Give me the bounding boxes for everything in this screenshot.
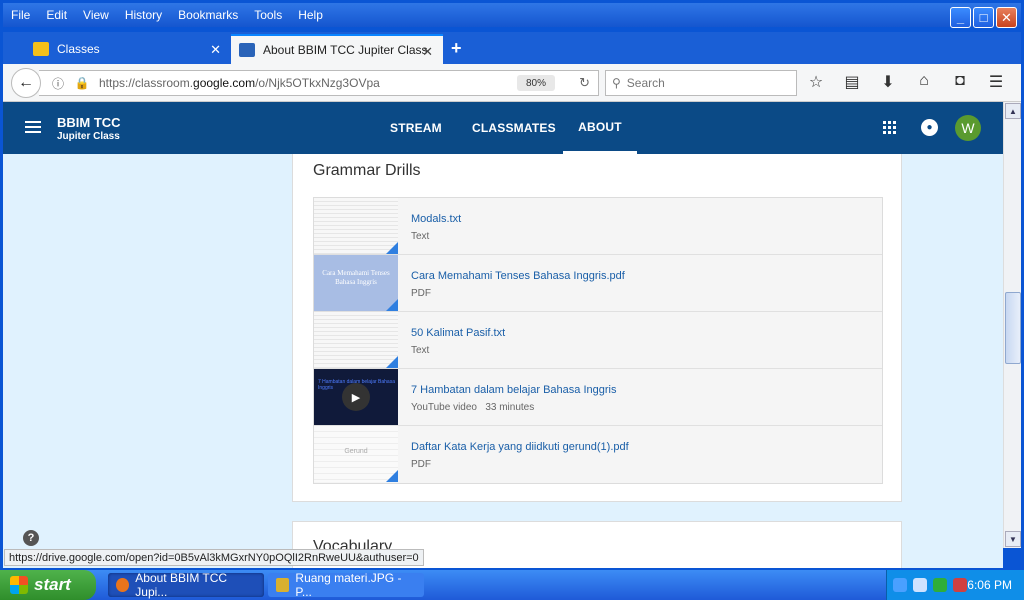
file-type: Text bbox=[411, 345, 430, 356]
file-type: PDF bbox=[411, 288, 431, 299]
tab-close-icon[interactable]: ✕ bbox=[422, 44, 433, 60]
menu-file[interactable]: File bbox=[3, 8, 38, 22]
class-name[interactable]: BBIM TCC bbox=[57, 115, 121, 130]
start-label: start bbox=[34, 575, 71, 594]
pocket-icon[interactable]: ◘ bbox=[949, 72, 971, 92]
list-item[interactable]: Cara Memahami Tenses Bahasa Inggris Cara… bbox=[314, 255, 882, 312]
menu-edit[interactable]: Edit bbox=[38, 8, 75, 22]
new-tab-button[interactable]: + bbox=[451, 38, 462, 59]
avatar[interactable]: W bbox=[955, 115, 981, 141]
download-icon[interactable]: ⬇ bbox=[877, 72, 899, 92]
classroom-favicon-icon bbox=[33, 42, 49, 56]
tab-label: Classes bbox=[57, 42, 100, 56]
text-file-thumbnail[interactable] bbox=[314, 312, 398, 368]
file-name[interactable]: Daftar Kata Kerja yang diidkuti gerund(1… bbox=[411, 441, 629, 453]
tab-about[interactable]: ABOUT bbox=[563, 102, 637, 154]
list-item[interactable]: Modals.txt Text bbox=[314, 198, 882, 255]
tab-stream[interactable]: STREAM bbox=[390, 102, 442, 154]
tab-strip: Classes ✕ About BBIM TCC Jupiter Class ✕… bbox=[3, 32, 1021, 64]
file-type: YouTube video 33 minutes bbox=[411, 402, 535, 413]
section-title: Grammar Drills bbox=[313, 162, 421, 179]
materials-list: Modals.txt Text Cara Memahami Tenses Bah… bbox=[313, 197, 883, 484]
task-label: Ruang materi.JPG - P... bbox=[295, 571, 402, 599]
file-type: Text bbox=[411, 231, 430, 242]
class-section: Jupiter Class bbox=[57, 131, 120, 142]
tab-classmates[interactable]: CLASSMATES bbox=[472, 102, 556, 154]
apps-grid-icon[interactable] bbox=[883, 121, 897, 134]
tab-label: About BBIM TCC Jupiter Class bbox=[263, 43, 428, 57]
pdf-thumbnail[interactable]: Cara Memahami Tenses Bahasa Inggris bbox=[314, 255, 398, 311]
back-button[interactable]: ← bbox=[11, 68, 41, 98]
paint-icon bbox=[276, 578, 290, 592]
tray-arrow-icon[interactable] bbox=[893, 578, 907, 592]
taskbar-paint[interactable]: Ruang materi.JPG - P... bbox=[268, 571, 424, 599]
navigation-toolbar: ⓘ 🔒 https://classroom.google.com/o/Njk5O… bbox=[3, 64, 1021, 102]
hamburger-menu-icon[interactable]: ☰ bbox=[985, 72, 1007, 92]
maximize-button[interactable]: □ bbox=[973, 7, 994, 28]
info-icon[interactable]: ⓘ bbox=[49, 75, 67, 92]
windows-flag-icon bbox=[10, 576, 28, 594]
taskbar-firefox[interactable]: About BBIM TCC Jupi... bbox=[108, 571, 264, 599]
video-thumbnail[interactable]: 7 Hambatan dalam belajar Bahasa Inggris … bbox=[314, 369, 398, 425]
pdf-thumbnail[interactable]: Gerund bbox=[314, 426, 398, 482]
tab-close-icon[interactable]: ✕ bbox=[210, 42, 221, 58]
back-arrow-icon: ← bbox=[18, 74, 34, 91]
file-name[interactable]: 7 Hambatan dalam belajar Bahasa Inggris bbox=[411, 384, 616, 396]
list-item[interactable]: Gerund Daftar Kata Kerja yang diidkuti g… bbox=[314, 426, 882, 483]
page-viewport: BBIM TCC Jupiter Class STREAM CLASSMATES… bbox=[3, 102, 1003, 568]
start-button[interactable]: start bbox=[0, 570, 96, 600]
clock: 6:06 PM bbox=[967, 578, 1012, 592]
search-placeholder: Search bbox=[626, 76, 665, 90]
vertical-scrollbar[interactable]: ▲ ▼ bbox=[1003, 102, 1021, 548]
taskbar: start About BBIM TCC Jupi... Ruang mater… bbox=[0, 570, 1024, 600]
reading-list-icon[interactable]: ▤ bbox=[841, 72, 863, 92]
window-controls: _ □ ✕ bbox=[950, 7, 1017, 28]
scroll-up-icon[interactable]: ▲ bbox=[1005, 103, 1021, 119]
classroom-app-bar: BBIM TCC Jupiter Class STREAM CLASSMATES… bbox=[3, 102, 1003, 154]
network-icon[interactable] bbox=[913, 578, 927, 592]
lock-icon[interactable]: 🔒 bbox=[73, 76, 91, 90]
tab-classes[interactable]: Classes ✕ bbox=[25, 34, 231, 64]
search-icon: ⚲ bbox=[612, 76, 621, 90]
menu-bookmarks[interactable]: Bookmarks bbox=[170, 8, 246, 22]
classroom-favicon-icon bbox=[239, 43, 255, 57]
system-tray: 6:06 PM bbox=[886, 570, 1024, 600]
status-link-preview: https://drive.google.com/open?id=0B5vAl3… bbox=[4, 549, 424, 566]
tab-about-class[interactable]: About BBIM TCC Jupiter Class ✕ bbox=[231, 34, 443, 64]
menu-history[interactable]: History bbox=[117, 8, 170, 22]
toolbar-buttons: ☆ ▤ ⬇ ⌂ ◘ ☰ bbox=[805, 72, 1007, 92]
bookmark-star-icon[interactable]: ☆ bbox=[805, 72, 827, 92]
list-item[interactable]: 50 Kalimat Pasif.txt Text bbox=[314, 312, 882, 369]
firefox-icon bbox=[116, 578, 130, 592]
menu-help[interactable]: Help bbox=[290, 8, 331, 22]
url-bar[interactable]: ⓘ 🔒 https://classroom.google.com/o/Njk5O… bbox=[39, 70, 599, 96]
list-item[interactable]: 7 Hambatan dalam belajar Bahasa Inggris … bbox=[314, 369, 882, 426]
task-label: About BBIM TCC Jupi... bbox=[135, 571, 228, 599]
main-menu-icon[interactable] bbox=[25, 121, 41, 136]
security-icon[interactable] bbox=[953, 578, 967, 592]
reload-icon[interactable]: ↻ bbox=[579, 75, 590, 91]
file-name[interactable]: Cara Memahami Tenses Bahasa Inggris.pdf bbox=[411, 270, 625, 282]
scrollbar-thumb[interactable] bbox=[1005, 292, 1021, 364]
scroll-down-icon[interactable]: ▼ bbox=[1005, 531, 1021, 547]
grammar-drills-card: Grammar Drills Modals.txt Text Cara Mema… bbox=[292, 154, 902, 502]
menu-view[interactable]: View bbox=[75, 8, 117, 22]
zoom-level[interactable]: 80% bbox=[517, 75, 555, 91]
help-icon[interactable]: ? bbox=[23, 530, 39, 546]
search-bar[interactable]: ⚲ Search bbox=[605, 70, 797, 96]
tray-app-icon[interactable] bbox=[933, 578, 947, 592]
menu-tools[interactable]: Tools bbox=[246, 8, 290, 22]
file-name[interactable]: Modals.txt bbox=[411, 213, 461, 225]
menu-bar: File Edit View History Bookmarks Tools H… bbox=[3, 3, 1021, 28]
file-name[interactable]: 50 Kalimat Pasif.txt bbox=[411, 327, 505, 339]
play-icon[interactable]: ▶ bbox=[342, 383, 370, 411]
close-window-button[interactable]: ✕ bbox=[996, 7, 1017, 28]
home-icon[interactable]: ⌂ bbox=[913, 72, 935, 92]
browser-window: File Edit View History Bookmarks Tools H… bbox=[0, 0, 1024, 570]
notifications-bell-icon[interactable]: ● bbox=[921, 119, 938, 136]
minimize-button[interactable]: _ bbox=[950, 7, 971, 28]
file-type: PDF bbox=[411, 459, 431, 470]
url-text[interactable]: https://classroom.google.com/o/Njk5OTkxN… bbox=[99, 76, 380, 90]
text-file-thumbnail[interactable] bbox=[314, 198, 398, 254]
